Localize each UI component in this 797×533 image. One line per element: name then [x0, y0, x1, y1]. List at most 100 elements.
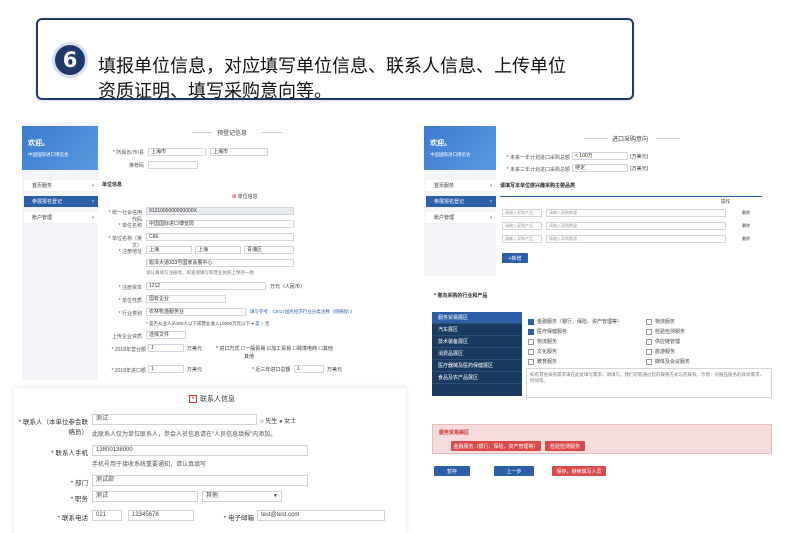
- import-3y-unit: 万美元: [327, 367, 343, 373]
- delete-row-button[interactable]: 删除: [742, 223, 750, 229]
- nav-item-registration[interactable]: 参展报名登记 ›: [24, 196, 98, 208]
- contact-phone-label: * 联系人手机: [51, 450, 88, 457]
- import-general-checkbox[interactable]: ☐一般贸易: [241, 346, 266, 352]
- position-input[interactable]: 测试: [92, 491, 198, 502]
- department-label: * 部门: [70, 480, 88, 487]
- q2-select[interactable]: 待定: [572, 164, 628, 172]
- nav-item-home[interactable]: 首页服务 ›: [24, 180, 98, 192]
- telephone-number-input[interactable]: 12345678: [128, 510, 194, 521]
- product-checkbox[interactable]: 检验检测服务: [646, 328, 685, 335]
- selected-tag[interactable]: 金融服务（银行、保险、资产管理等）: [451, 441, 541, 451]
- nav-item-registration[interactable]: 参展报名登记 ›: [426, 196, 496, 208]
- welcome-banner: 欢迎。 中国国际进口博览会: [424, 126, 496, 170]
- purchase-need-textarea[interactable]: 如有其他采购需求请在此处填写需求，请填写。我们可能通过您的联络方式与您联系，示例…: [526, 368, 772, 398]
- table-row[interactable]: 请输入采购产品: [502, 235, 542, 243]
- city-select[interactable]: 上海市: [210, 148, 268, 156]
- table-row[interactable]: 请输入采购数量: [546, 235, 726, 243]
- contact-name-input[interactable]: 测试: [92, 414, 257, 425]
- product-checkbox[interactable]: 物流服务: [528, 338, 557, 345]
- email-input[interactable]: test@test.com: [257, 510, 385, 521]
- q1-unit: (万美元): [630, 154, 649, 160]
- industry-menu-item[interactable]: 服务贸易展区: [432, 312, 522, 324]
- referral-input[interactable]: [148, 161, 198, 169]
- industry-title: * 意向采购的行业和产品: [434, 293, 488, 299]
- save-draft-button[interactable]: 暂存: [434, 466, 470, 476]
- import-other-checkbox[interactable]: ☐其他: [318, 346, 333, 352]
- industry-menu-item[interactable]: 汽车展区: [432, 324, 522, 336]
- product-table: 操作 请输入采购产品 请输入采购数量 删除 请输入采购产品 请输入采购数量 删除…: [500, 196, 762, 248]
- import-ecommerce-checkbox[interactable]: ☐跨境电商: [293, 346, 318, 352]
- industry-menu-item[interactable]: 消费品展区: [432, 348, 522, 360]
- upload-file-button[interactable]: 选择文件: [146, 331, 186, 339]
- close-icon: ×: [189, 395, 197, 404]
- position-label: * 职务: [70, 496, 88, 503]
- selected-tag[interactable]: 检验检测服务: [545, 441, 585, 451]
- chevron-right-icon: ›: [490, 182, 492, 189]
- unit-name-en-input[interactable]: CIIE: [146, 233, 294, 241]
- product-checkbox[interactable]: 供应链管理: [646, 338, 680, 345]
- product-checkbox[interactable]: 旅游服务: [646, 348, 675, 355]
- referral-label: 推荐码: [128, 163, 144, 169]
- delete-row-button[interactable]: 删除: [742, 210, 750, 216]
- industry-menu-item[interactable]: 医疗器械及医药保健展区: [432, 360, 522, 372]
- contact-title: × 联系人信息: [189, 394, 235, 404]
- scale-question: * 是否从业人员300人以下或营业收入10000万元以下 ● 是 ○ 否: [146, 321, 270, 326]
- delete-row-button[interactable]: 删除: [742, 236, 750, 242]
- import-2018-input[interactable]: 1: [148, 365, 184, 373]
- nav-item-account[interactable]: 账户管理 ›: [426, 212, 496, 224]
- position-select[interactable]: 其他 ▼: [202, 491, 282, 502]
- gender-female-radio[interactable]: ● 女士: [279, 419, 296, 425]
- product-checkbox[interactable]: 媒体及会议服务: [646, 358, 690, 365]
- import-3y-label: * 近三年进口总额: [252, 367, 291, 373]
- street-address-input[interactable]: 崧泽大道333号国家会展中心: [146, 259, 294, 267]
- chevron-right-icon: ›: [92, 214, 94, 221]
- table-row[interactable]: 请输入采购数量: [546, 222, 726, 230]
- address-district-select[interactable]: 青浦区: [244, 246, 294, 254]
- product-checkbox[interactable]: 金融服务（银行、保险、资产管理等）: [528, 318, 622, 325]
- product-checkbox[interactable]: 教育服务: [528, 358, 557, 365]
- divider: [584, 138, 608, 139]
- industry-menu-item[interactable]: 技术装备展区: [432, 336, 522, 348]
- industry-selection: * 意向采购的行业和产品 服务贸易展区 汽车展区 技术装备展区 消费品展区 医疗…: [432, 290, 797, 400]
- product-checkbox[interactable]: 文化服务: [528, 348, 557, 355]
- industry-select[interactable]: 农林牧渔服务业: [146, 308, 246, 316]
- credit-code-input: 9131000000000000X: [146, 207, 294, 215]
- import-3y-input[interactable]: 1: [294, 365, 324, 373]
- product-checkbox[interactable]: 医疗保健服务: [528, 328, 567, 335]
- industry-menu-item[interactable]: 食品及农产品展区: [432, 372, 522, 384]
- address-province-select[interactable]: 上海: [146, 246, 192, 254]
- previous-step-button[interactable]: 上一步: [494, 466, 534, 476]
- q1-select[interactable]: < 100万: [572, 152, 628, 160]
- save-continue-button[interactable]: 保存，继续填写人员: [552, 466, 606, 476]
- nature-select[interactable]: 国有企业: [146, 295, 226, 303]
- scale-no-radio[interactable]: ○ 否: [261, 321, 269, 326]
- table-row[interactable]: 请输入采购数量: [546, 209, 726, 217]
- sales-input[interactable]: 1: [148, 344, 184, 352]
- department-input[interactable]: 测试部: [92, 475, 308, 486]
- capital-input[interactable]: 1212: [146, 282, 266, 290]
- contact-phone-input[interactable]: 13800138000: [92, 445, 308, 456]
- scale-yes-radio[interactable]: ● 是: [251, 321, 259, 326]
- nav-item-home[interactable]: 首页服务 ›: [426, 180, 496, 192]
- divider: [192, 132, 212, 133]
- gender-male-radio[interactable]: ○ 先生: [260, 419, 277, 425]
- telephone-area-input[interactable]: 021: [92, 510, 122, 521]
- unit-name-input[interactable]: 中国国际进口博览局: [146, 220, 294, 228]
- industry-reference-link[interactable]: 填写参考：《2017国民经济行业分类注释（网络版）》: [250, 309, 355, 315]
- welcome-banner: 欢迎。 中国国际进口博览会: [22, 126, 98, 170]
- chevron-right-icon: ›: [92, 182, 94, 189]
- table-row[interactable]: 请输入采购产品: [502, 209, 542, 217]
- nav-item-account[interactable]: 账户管理 ›: [24, 212, 98, 224]
- right-sidebar: 欢迎。 中国国际进口博览会 首页服务 › 参展报名登记 › 账户管理 ›: [424, 126, 496, 276]
- add-row-button[interactable]: +新增: [502, 253, 528, 263]
- province-select[interactable]: 上海市: [148, 148, 206, 156]
- province-label: * 所属省/市/县: [112, 150, 144, 156]
- import-method-group: * 进口方式 ☐一般贸易 ☑加工贸易 ☐跨境电商 ☐其他: [216, 346, 333, 352]
- product-checkbox[interactable]: 物流服务: [646, 318, 675, 325]
- selected-items-panel: 服务贸易展区 金融服务（银行、保险、资产管理等） 检验检测服务: [432, 424, 772, 454]
- import-processing-checkbox[interactable]: ☑加工贸易: [267, 346, 292, 352]
- table-row[interactable]: 请输入采购产品: [502, 222, 542, 230]
- address-city-select[interactable]: 上海: [195, 246, 241, 254]
- divider: [656, 138, 680, 139]
- import-2018-label: * 2018年进口额: [111, 368, 146, 374]
